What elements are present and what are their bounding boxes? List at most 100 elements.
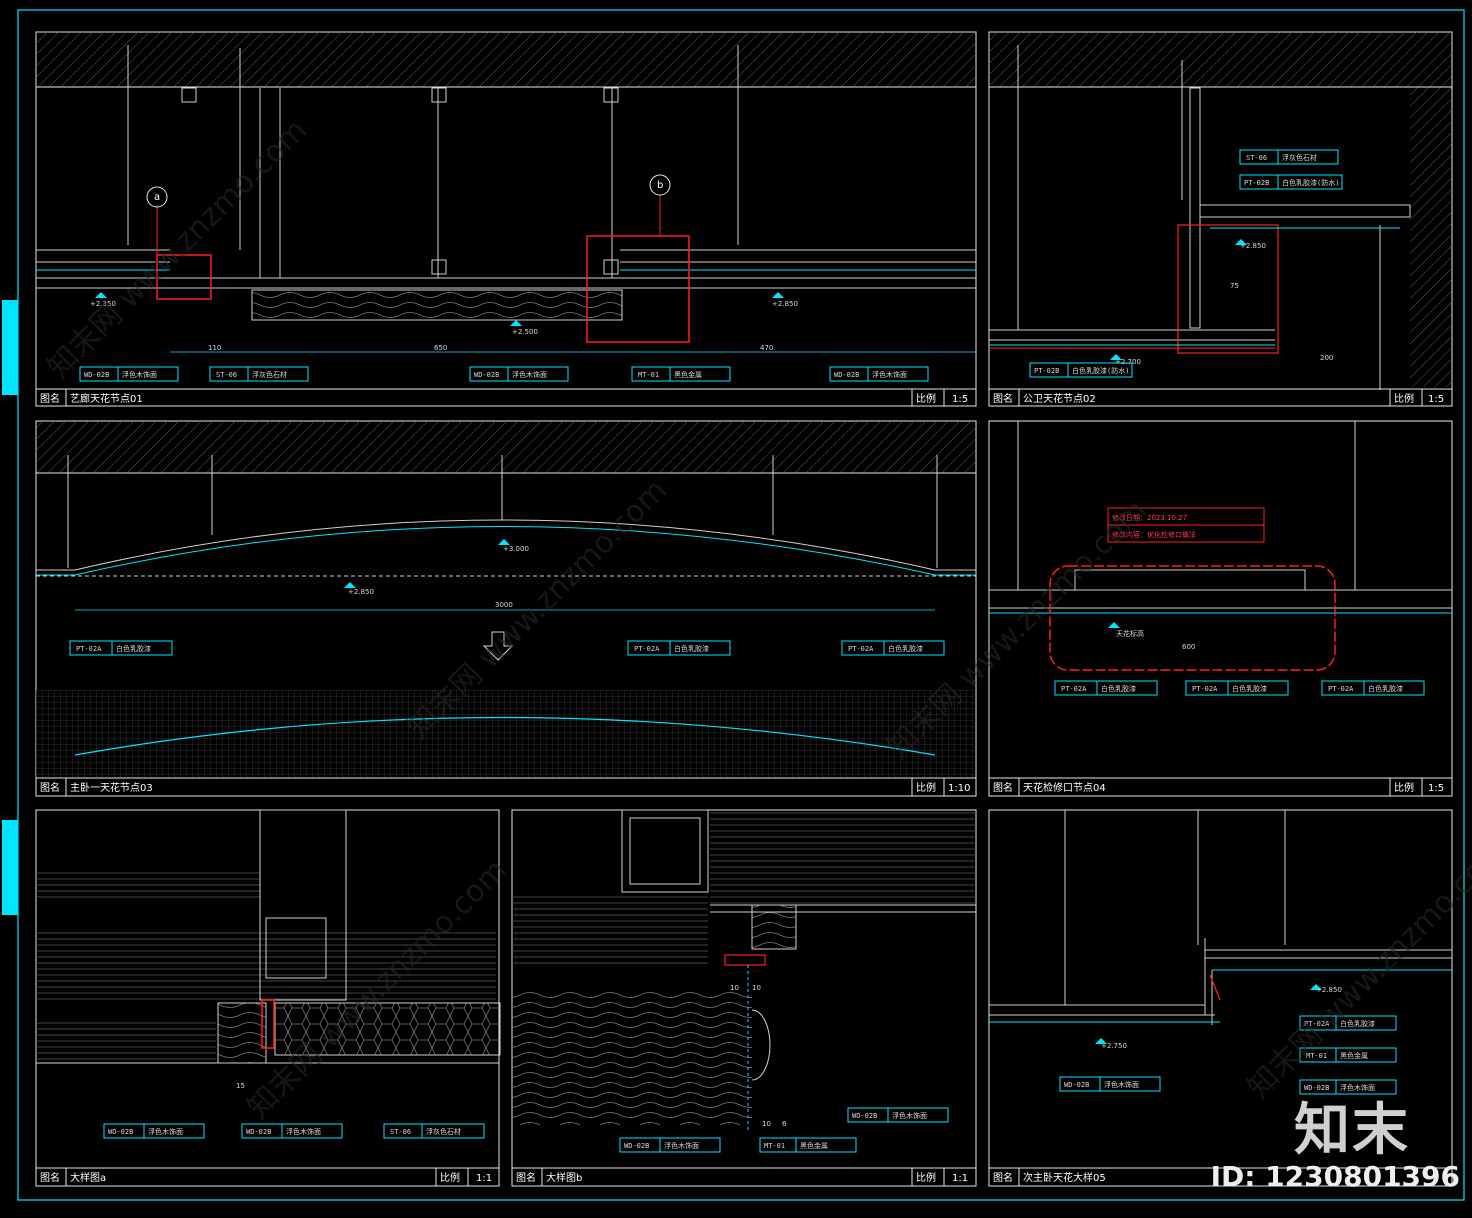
p2-dim-1: 75	[1230, 282, 1239, 290]
panel-1-frame	[35, 31, 977, 407]
p1-tag-4-text: 黑色金属	[674, 370, 702, 379]
panel-3: +3.000 +2.850 3000 PT-02A 白色乳胶漆 PT-02A 白…	[35, 420, 977, 797]
p3-dim-length: 3000	[495, 601, 513, 609]
p7-tag-3-text: 浮色木饰面	[1104, 1080, 1139, 1089]
p1-tag-3-text: 浮色木饰面	[512, 370, 547, 379]
p6-dim-2: 10	[752, 984, 761, 992]
p2-tag-1-text: 浮灰色石材	[1282, 153, 1317, 162]
watermark-1: 知末网 www.znzmo.com	[41, 113, 314, 386]
p5-tag-3-code: ST-06	[390, 1128, 411, 1136]
p6-tag-2-code: MT-01	[764, 1142, 785, 1150]
p5-tag-1-text: 浮色木饰面	[148, 1127, 183, 1136]
p3-tag-2-text: 白色乳胶漆	[674, 644, 709, 653]
p4-revision-cloud	[1049, 565, 1336, 671]
p2-tag-1-code: ST-06	[1246, 154, 1267, 162]
p1-tag-2-code: ST-06	[216, 371, 237, 379]
watermark-3: 知末网 www.znzmo.com	[881, 493, 1154, 766]
panel-4-title-prefix: 图名	[993, 781, 1013, 794]
p2-tag-3-text: 白色乳胶漆(防水)	[1072, 366, 1129, 375]
p1-tag-1-code: WD-02B	[84, 371, 109, 379]
panel-2-title-prefix: 图名	[993, 392, 1013, 405]
p4-tag-3-text: 白色乳胶漆	[1368, 684, 1403, 693]
callout-a-label: a	[154, 192, 160, 203]
panel-1-title-prefix: 图名	[40, 392, 60, 405]
p3-tag-1-text: 白色乳胶漆	[116, 644, 151, 653]
p6-tag-1-text: 浮色木饰面	[664, 1141, 699, 1150]
panel-3-scale: 1:10	[948, 783, 970, 794]
p1-tag-5-code: WD-02B	[834, 371, 859, 379]
p4-ceiling-label: 天花标高	[1116, 629, 1144, 638]
p6-tag-3-text: 浮色木饰面	[892, 1111, 927, 1120]
panel-2-frame	[988, 31, 1453, 407]
panel-2-title: 公卫天花节点02	[1023, 392, 1096, 405]
callout-b-label: b	[657, 180, 663, 191]
panel-4-scale-label: 比例	[1394, 781, 1414, 794]
panel-3-title: 主卧一天花节点03	[70, 781, 153, 794]
p3-tag-2-code: PT-02A	[634, 645, 660, 653]
panel-6-scale: 1:1	[952, 1173, 968, 1184]
p5-tag-2-code: WD-02B	[246, 1128, 271, 1136]
left-tab-top	[2, 300, 18, 395]
panel-6-scale-label: 比例	[916, 1171, 936, 1184]
p3-tag-3-code: PT-02A	[848, 645, 874, 653]
p5-dim: 15	[236, 1082, 245, 1090]
p2-level-2: +2.700	[1115, 358, 1141, 366]
panel-4-title: 天花检修口节点04	[1023, 781, 1106, 794]
panel-1: a b +2.350 +2.500 +2.850 110 650 470 WD-…	[35, 31, 977, 407]
panel-6: 10 10 10 6 WD-02B 浮色木饰面 MT-01 黑色金属 WD-02…	[511, 809, 977, 1187]
p1-tag-5-text: 浮色木饰面	[872, 370, 907, 379]
panel-1-title: 艺廊天花节点01	[70, 392, 143, 405]
panel-7-title-prefix: 图名	[993, 1171, 1013, 1184]
p5-tag-2-text: 浮色木饰面	[286, 1127, 321, 1136]
p1-level-2: +2.500	[512, 328, 538, 336]
panel-5: WD-02B 浮色木饰面 WD-02B 浮色木饰面 ST-06 浮灰色石材 15…	[35, 809, 501, 1187]
p7-tag-3-code: WD-02B	[1064, 1081, 1089, 1089]
p1-dim-3: 470	[760, 344, 773, 352]
panel-3-scale-label: 比例	[916, 781, 936, 794]
p2-tag-3-code: PT-02B	[1034, 367, 1059, 375]
panel-3-title-prefix: 图名	[40, 781, 60, 794]
p6-dim-1: 10	[730, 984, 739, 992]
p7-level-2: +2.750	[1101, 1042, 1127, 1050]
callout-box-b	[586, 235, 690, 343]
p1-dim-1: 110	[208, 344, 221, 352]
p1-tag-1-text: 浮色木饰面	[122, 370, 157, 379]
panel-1-scale-label: 比例	[916, 392, 936, 405]
panel-5-title: 大样图a	[70, 1171, 106, 1184]
p2-level-1: +2.850	[1240, 242, 1266, 250]
panel-2-scale: 1:5	[1428, 394, 1444, 405]
p4-tag-1-text: 白色乳胶漆	[1101, 684, 1136, 693]
p3-level-2: +2.850	[348, 588, 374, 596]
p3-level-1: +3.000	[503, 545, 529, 553]
p3-grid-plan	[36, 690, 976, 778]
panel-4-scale: 1:5	[1428, 783, 1444, 794]
panel-1-slab	[36, 32, 976, 87]
panel-5-scale: 1:1	[476, 1173, 492, 1184]
p1-tag-4-code: MT-01	[638, 371, 659, 379]
left-tab-bottom	[2, 820, 18, 915]
panel-2: +2.850 +2.700 75 200 ST-06 浮灰色石材 PT-02B …	[988, 31, 1453, 407]
p3-tag-1-code: PT-02A	[76, 645, 102, 653]
p1-tag-3-code: WD-02B	[474, 371, 499, 379]
p6-tag-2-text: 黑色金属	[800, 1141, 828, 1150]
watermark-5: 知末网 www.znzmo.com	[1241, 833, 1472, 1106]
p2-tag-2-code: PT-02B	[1244, 179, 1269, 187]
panel-1-scale: 1:5	[952, 394, 968, 405]
image-id: ID: 1230801396	[1210, 1160, 1460, 1193]
panel-6-title: 大样图b	[546, 1171, 582, 1184]
p1-tag-2-text: 浮灰色石材	[252, 370, 287, 379]
cad-drawing-sheet: a b +2.350 +2.500 +2.850 110 650 470 WD-…	[2, 9, 1472, 1201]
p2-dim-2: 200	[1320, 354, 1333, 362]
p4-tag-2-code: PT-02A	[1192, 685, 1218, 693]
p1-tags	[79, 366, 929, 382]
panel-5-scale-label: 比例	[440, 1171, 460, 1184]
p6-tag-1-code: WD-02B	[624, 1142, 649, 1150]
p1-dim-2: 650	[434, 344, 447, 352]
p5-tag-3-text: 浮灰色石材	[426, 1127, 461, 1136]
panel-6-title-prefix: 图名	[516, 1171, 536, 1184]
p6-tag-3-code: WD-02B	[852, 1112, 877, 1120]
p4-tag-3-code: PT-02A	[1328, 685, 1354, 693]
brand-logo: 知末	[1294, 1098, 1410, 1163]
p7-tag-2-text: 黑色金属	[1340, 1051, 1368, 1060]
p6-dim-3: 10	[762, 1120, 771, 1128]
